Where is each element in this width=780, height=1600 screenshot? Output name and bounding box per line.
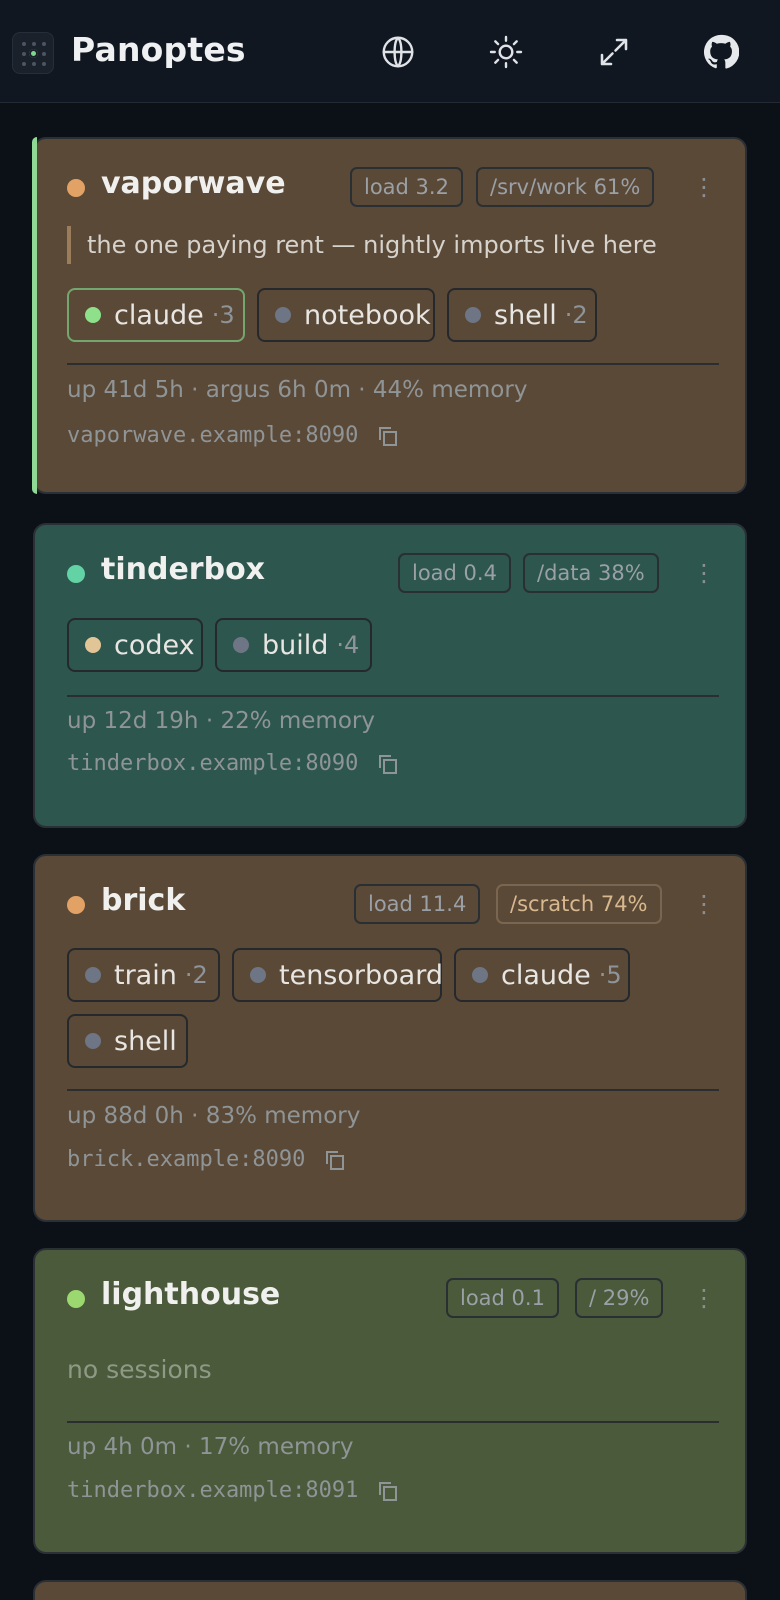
- session-count: ·5: [598, 961, 622, 989]
- session-name: shell: [114, 1025, 177, 1057]
- session-status-dot: [85, 307, 101, 323]
- app-title: Panoptes: [71, 30, 246, 69]
- session-status-dot: [85, 1033, 101, 1049]
- address-text: tinderbox.example:8091: [67, 1478, 359, 1503]
- divider: [67, 1421, 719, 1423]
- address-text: vaporwave.example:8090: [67, 423, 359, 448]
- session-chip[interactable]: shell: [67, 1014, 188, 1068]
- host-address: tinderbox.example:8091: [67, 1478, 400, 1503]
- host-card-vaporwave[interactable]: vaporwave load 3.2 /srv/work 61% ⋮ the o…: [32, 137, 747, 494]
- session-name: notebook: [304, 299, 431, 331]
- session-chip[interactable]: shell ·2: [447, 288, 597, 342]
- session-chip[interactable]: codex: [67, 618, 203, 672]
- session-status-dot: [472, 967, 488, 983]
- disk-badge: /srv/work 61%: [476, 167, 655, 207]
- address-text: brick.example:8090: [67, 1147, 306, 1172]
- host-card-lighthouse[interactable]: lighthouse load 0.1 / 29% ⋮ no sessions …: [33, 1248, 747, 1554]
- copy-icon[interactable]: [376, 752, 400, 776]
- divider: [67, 695, 719, 697]
- status-dot: [67, 179, 85, 197]
- host-card-brick[interactable]: brick load 11.4 /scratch 74% ⋮ train ·2 …: [33, 854, 747, 1222]
- session-status-dot: [85, 967, 101, 983]
- session-status-dot: [465, 307, 481, 323]
- kebab-menu-icon[interactable]: ⋮: [692, 175, 716, 199]
- session-name: codex: [114, 629, 195, 661]
- session-status-dot: [250, 967, 266, 983]
- status-dot: [67, 896, 85, 914]
- copy-icon[interactable]: [323, 1148, 347, 1172]
- load-badge: load 11.4: [354, 884, 481, 924]
- host-meta: up 12d 19h · 22% memory: [67, 708, 375, 734]
- session-name: claude: [114, 299, 204, 331]
- session-chip[interactable]: tensorboard: [232, 948, 443, 1002]
- session-count: ·3: [211, 301, 235, 329]
- session-name: tensorboard: [279, 959, 443, 991]
- divider: [67, 1089, 719, 1091]
- host-address: brick.example:8090: [67, 1147, 347, 1172]
- host-name: lighthouse: [101, 1277, 281, 1312]
- disk-badge: /data 38%: [523, 553, 659, 593]
- session-name: build: [262, 629, 329, 661]
- host-address: tinderbox.example:8090: [67, 751, 400, 776]
- session-chip[interactable]: notebook: [257, 288, 435, 342]
- sun-icon[interactable]: [484, 30, 528, 74]
- session-status-dot: [85, 637, 101, 653]
- copy-icon[interactable]: [376, 424, 400, 448]
- host-address: vaporwave.example:8090: [67, 423, 400, 448]
- app-logo[interactable]: [12, 32, 54, 74]
- host-card-partial[interactable]: [33, 1580, 747, 1600]
- host-meta: up 4h 0m · 17% memory: [67, 1434, 354, 1460]
- globe-icon[interactable]: [376, 30, 420, 74]
- session-count: ·2: [184, 961, 208, 989]
- host-card-tinderbox[interactable]: tinderbox load 0.4 /data 38% ⋮ codex bui…: [33, 523, 747, 828]
- host-name: tinderbox: [101, 552, 266, 587]
- session-name: claude: [501, 959, 591, 991]
- disk-badge: / 29%: [575, 1278, 664, 1318]
- host-name: brick: [101, 883, 186, 918]
- host-name: vaporwave: [101, 166, 286, 201]
- status-dot: [67, 1290, 85, 1308]
- session-count: ·4: [336, 631, 360, 659]
- fullscreen-icon[interactable]: [592, 30, 636, 74]
- session-chip[interactable]: build ·4: [215, 618, 372, 672]
- session-count: ·2: [564, 301, 588, 329]
- load-badge: load 0.4: [398, 553, 511, 593]
- session-name: shell: [494, 299, 557, 331]
- address-text: tinderbox.example:8090: [67, 751, 359, 776]
- copy-icon[interactable]: [376, 1479, 400, 1503]
- session-chip[interactable]: train ·2: [67, 948, 220, 1002]
- kebab-menu-icon[interactable]: ⋮: [692, 1286, 716, 1310]
- session-chip[interactable]: claude ·3: [67, 288, 245, 342]
- session-chip[interactable]: claude ·5: [454, 948, 630, 1002]
- app-header: Panoptes: [0, 0, 780, 103]
- divider: [67, 363, 719, 365]
- host-note: the one paying rent — nightly imports li…: [67, 226, 657, 264]
- session-status-dot: [275, 307, 291, 323]
- kebab-menu-icon[interactable]: ⋮: [692, 892, 716, 916]
- session-status-dot: [233, 637, 249, 653]
- host-meta: up 88d 0h · 83% memory: [67, 1103, 361, 1129]
- session-name: train: [114, 959, 177, 991]
- github-icon[interactable]: [699, 30, 743, 74]
- disk-badge: /scratch 74%: [496, 884, 662, 924]
- load-badge: load 0.1: [446, 1278, 559, 1318]
- kebab-menu-icon[interactable]: ⋮: [692, 561, 716, 585]
- status-dot: [67, 565, 85, 583]
- host-meta: up 41d 5h · argus 6h 0m · 44% memory: [67, 377, 528, 403]
- empty-sessions-text: no sessions: [67, 1355, 212, 1384]
- load-badge: load 3.2: [350, 167, 463, 207]
